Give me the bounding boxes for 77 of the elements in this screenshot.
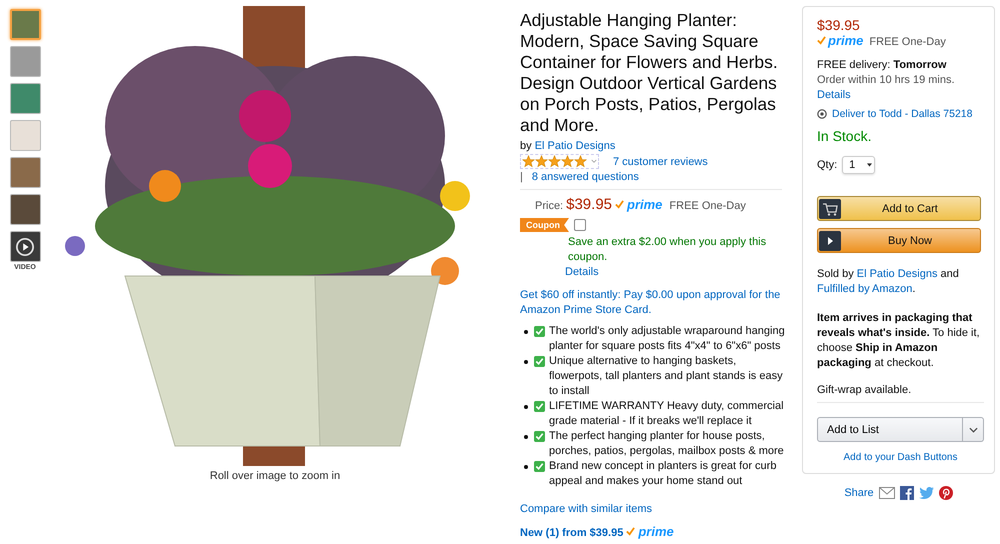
compare-link[interactable]: Compare with similar items bbox=[520, 503, 790, 515]
shipping-text: FREE One-Day bbox=[669, 200, 746, 212]
filled-star-icon bbox=[535, 155, 548, 168]
prime-label: prime bbox=[638, 524, 674, 539]
email-icon[interactable] bbox=[878, 487, 895, 499]
packaging-note: Item arrives in packaging that reveals what's inside. To hide it, choose Ship in Amazon packaging at checkout. bbox=[817, 311, 981, 371]
rating-dropdown[interactable] bbox=[520, 154, 599, 169]
checkmark-icon bbox=[534, 401, 545, 412]
delivery-text: FREE delivery: Tomorrow bbox=[817, 58, 948, 73]
check-icon bbox=[615, 200, 624, 209]
image-thumbnail[interactable] bbox=[10, 83, 40, 114]
feature-bullet: The world's only adjustable wraparound hanging planter for square posts fits 4"x4" to 6"x6" posts bbox=[549, 324, 786, 354]
play-icon bbox=[16, 238, 34, 256]
filled-star-icon bbox=[548, 155, 561, 168]
check-icon bbox=[817, 36, 826, 45]
sold-by-text: Sold by El Patio Designs and Fulfilled by Amazon. bbox=[817, 267, 960, 297]
deliver-to-link[interactable]: Deliver to Todd - Dallas 75218 bbox=[832, 108, 972, 120]
shipping-text: FREE One-Day bbox=[869, 36, 946, 48]
coupon-checkbox[interactable] bbox=[574, 219, 586, 231]
checkmark-icon bbox=[534, 326, 545, 337]
by-label: by bbox=[520, 140, 532, 152]
gift-wrap-text: Gift-wrap available. bbox=[817, 383, 912, 398]
checkmark-icon bbox=[534, 461, 545, 472]
seller-link[interactable]: El Patio Designs bbox=[856, 268, 938, 280]
add-to-cart-button[interactable]: Add to Cart bbox=[817, 196, 981, 221]
dash-buttons-link[interactable]: Add to your Dash Buttons bbox=[817, 452, 984, 463]
filled-star-icon bbox=[561, 155, 574, 168]
image-thumbnail[interactable] bbox=[10, 194, 40, 225]
price: $39.95 bbox=[566, 196, 612, 213]
image-thumbnail[interactable] bbox=[10, 120, 40, 151]
twitter-icon[interactable] bbox=[918, 487, 934, 499]
prime-label: prime bbox=[627, 197, 662, 212]
caret-icon[interactable] bbox=[591, 159, 597, 164]
share-link[interactable]: Share bbox=[844, 487, 874, 499]
buy-now-button[interactable]: Buy Now bbox=[817, 228, 981, 253]
zoom-hint: Roll over image to zoom in bbox=[210, 470, 340, 482]
image-thumbnail[interactable] bbox=[10, 46, 40, 77]
product-title: Adjustable Hanging Planter: Modern, Space Saving Square Container for Flowers and Herbs. Design Outdoor Vertical Gardens on Porch Posts, Patios, Pergolas and More. bbox=[520, 10, 779, 136]
separator: | bbox=[520, 171, 523, 183]
price: $39.95 bbox=[817, 17, 861, 33]
seller-link[interactable]: Fulfilled by Amazon bbox=[817, 283, 912, 295]
filled-star-icon bbox=[574, 155, 587, 168]
video-thumbnail[interactable] bbox=[10, 231, 40, 262]
qty-label: Qty: bbox=[817, 159, 838, 171]
feature-bullet: The perfect hanging planter for house posts, porches, patios, pergolas, mailbox posts & more bbox=[549, 429, 785, 459]
feature-bullet: Brand new concept in planters is great for curb appeal and makes your home stand out bbox=[549, 459, 778, 489]
list-dropdown-button[interactable] bbox=[963, 417, 984, 442]
coupon-details-link[interactable]: Details bbox=[565, 266, 790, 278]
image-thumbnail[interactable] bbox=[10, 9, 40, 40]
feature-bullet: Unique alternative to hanging baskets, flowerpots, tall planters and plant stands is easy to install bbox=[549, 354, 784, 399]
order-deadline: Order within 10 hrs 19 mins. bbox=[817, 73, 956, 88]
filled-star-icon bbox=[522, 155, 535, 168]
checkmark-icon bbox=[534, 356, 545, 367]
location-pin-icon bbox=[817, 109, 827, 119]
play-icon bbox=[819, 230, 841, 250]
cart-icon bbox=[819, 198, 841, 218]
add-to-list-button[interactable]: Add to List bbox=[817, 417, 963, 442]
questions-link[interactable]: 8 answered questions bbox=[532, 171, 639, 183]
stock-status: In Stock. bbox=[817, 128, 872, 144]
check-icon bbox=[626, 527, 636, 536]
card-offer-link[interactable]: Get $60 off instantly: Pay $0.00 upon approval for the Amazon Prime Store Card. bbox=[520, 288, 790, 318]
facebook-icon[interactable] bbox=[900, 486, 914, 500]
coupon-text: Save an extra $2.00 when you apply this coupon. bbox=[568, 235, 768, 265]
brand-link[interactable]: El Patio Designs bbox=[534, 140, 616, 152]
reviews-link[interactable]: 7 customer reviews bbox=[613, 156, 708, 168]
details-link[interactable]: Details bbox=[817, 88, 984, 103]
prime-label: prime bbox=[828, 33, 864, 48]
pinterest-icon[interactable] bbox=[938, 486, 953, 500]
checkmark-icon bbox=[534, 431, 545, 442]
chevron-down-icon bbox=[968, 426, 978, 432]
quantity-dropdown[interactable]: 1 bbox=[842, 156, 876, 174]
new-offers-link[interactable]: New (1) from $39.95 bbox=[520, 527, 624, 539]
price-label: Price: bbox=[535, 200, 564, 212]
coupon-badge: Coupon bbox=[520, 218, 569, 232]
feature-bullet: LIFETIME WARRANTY Heavy duty, commercial grade material - If it breaks we'll replace it bbox=[549, 399, 785, 429]
image-thumbnail[interactable] bbox=[10, 157, 40, 188]
caret-icon bbox=[867, 163, 872, 167]
